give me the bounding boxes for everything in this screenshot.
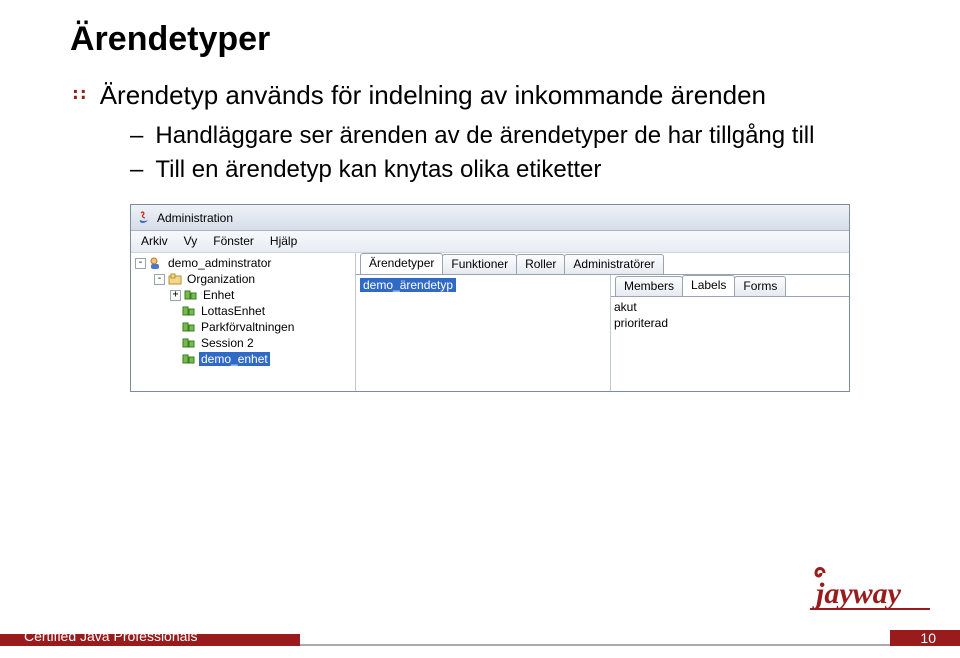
unit-icon xyxy=(184,289,198,301)
sub-bullet-text: Handläggare ser ärenden av de ärendetype… xyxy=(155,120,814,152)
collapse-icon[interactable]: - xyxy=(135,258,146,269)
menu-bar: Arkiv Vy Fönster Hjälp xyxy=(131,231,849,253)
tab-funktioner[interactable]: Funktioner xyxy=(442,254,517,274)
unit-icon xyxy=(182,321,196,333)
tree-item-park[interactable]: Parkförvaltningen xyxy=(131,319,355,335)
tab-roller[interactable]: Roller xyxy=(516,254,565,274)
user-icon xyxy=(149,257,163,269)
type-list-item[interactable]: demo_ärendetyp xyxy=(356,277,610,293)
bullet-main-text: Ärendetyp används för indelning av inkom… xyxy=(100,79,766,112)
collapse-icon[interactable]: - xyxy=(154,274,165,285)
dash-icon: – xyxy=(130,120,143,152)
sub-bullet-text: Till en ärendetyp kan knytas olika etike… xyxy=(155,154,601,186)
sub-bullet: – Till en ärendetyp kan knytas olika eti… xyxy=(130,154,910,186)
menu-vy[interactable]: Vy xyxy=(176,231,206,252)
label-item-akut[interactable]: akut xyxy=(614,300,846,316)
java-icon xyxy=(137,210,151,226)
slide-title: Ärendetyper xyxy=(70,20,910,59)
tab-labels[interactable]: Labels xyxy=(682,275,735,296)
unit-icon xyxy=(182,353,196,365)
detail-pane: Members Labels Forms akut prioriterad xyxy=(611,275,849,391)
tree-org[interactable]: - Organization xyxy=(131,271,355,287)
page-number: 10 xyxy=(920,630,936,646)
unit-icon xyxy=(182,305,196,317)
slide-footer: Certified Java Professionals 10 xyxy=(0,620,960,658)
tab-forms[interactable]: Forms xyxy=(734,276,786,296)
tree-label: LottasEnhet xyxy=(199,304,267,318)
window-title: Administration xyxy=(157,211,233,225)
tree-label: demo_adminstrator xyxy=(166,256,273,270)
tab-members[interactable]: Members xyxy=(615,276,683,296)
detail-tabs: Members Labels Forms xyxy=(611,275,849,297)
jayway-logo: jayway xyxy=(810,565,930,618)
bullet-marker-icon: :: xyxy=(70,79,86,109)
tree-label: Enhet xyxy=(201,288,236,302)
tab-administratorer[interactable]: Administratörer xyxy=(564,254,663,274)
unit-icon xyxy=(182,337,196,349)
right-pane: Ärendetyper Funktioner Roller Administra… xyxy=(356,253,849,391)
menu-hjalp[interactable]: Hjälp xyxy=(262,231,305,252)
tree-item-enhet[interactable]: + Enhet xyxy=(131,287,355,303)
tree-label: Parkförvaltningen xyxy=(199,320,296,334)
type-list-pane: demo_ärendetyp xyxy=(356,275,611,391)
expand-icon[interactable]: + xyxy=(170,290,181,301)
tree-label: Organization xyxy=(185,272,257,286)
menu-fonster[interactable]: Fönster xyxy=(205,231,262,252)
window-title-bar[interactable]: Administration xyxy=(131,205,849,231)
admin-app-window: Administration Arkiv Vy Fönster Hjälp - … xyxy=(130,204,850,392)
logo-text: jayway xyxy=(812,577,902,610)
type-item-label: demo_ärendetyp xyxy=(360,278,456,292)
sub-bullet: – Handläggare ser ärenden av de ärendety… xyxy=(130,120,910,152)
tree-label: Session 2 xyxy=(199,336,256,350)
footer-text: Certified Java Professionals xyxy=(24,628,198,644)
label-list: akut prioriterad xyxy=(611,297,849,335)
label-item-prioriterad[interactable]: prioriterad xyxy=(614,316,846,332)
tree-pane: - demo_adminstrator - Organization xyxy=(131,253,356,391)
menu-arkiv[interactable]: Arkiv xyxy=(133,231,176,252)
tree-root[interactable]: - demo_adminstrator xyxy=(131,255,355,271)
tree-item-session2[interactable]: Session 2 xyxy=(131,335,355,351)
tab-arendetyper[interactable]: Ärendetyper xyxy=(360,253,443,274)
dash-icon: – xyxy=(130,154,143,186)
tree-item-lottas[interactable]: LottasEnhet xyxy=(131,303,355,319)
org-icon xyxy=(168,273,182,285)
main-tabs: Ärendetyper Funktioner Roller Administra… xyxy=(356,253,849,275)
tree-item-demo-enhet[interactable]: demo_enhet xyxy=(131,351,355,367)
tree-label: demo_enhet xyxy=(199,352,270,366)
bullet-row: :: Ärendetyp används för indelning av in… xyxy=(70,79,910,112)
